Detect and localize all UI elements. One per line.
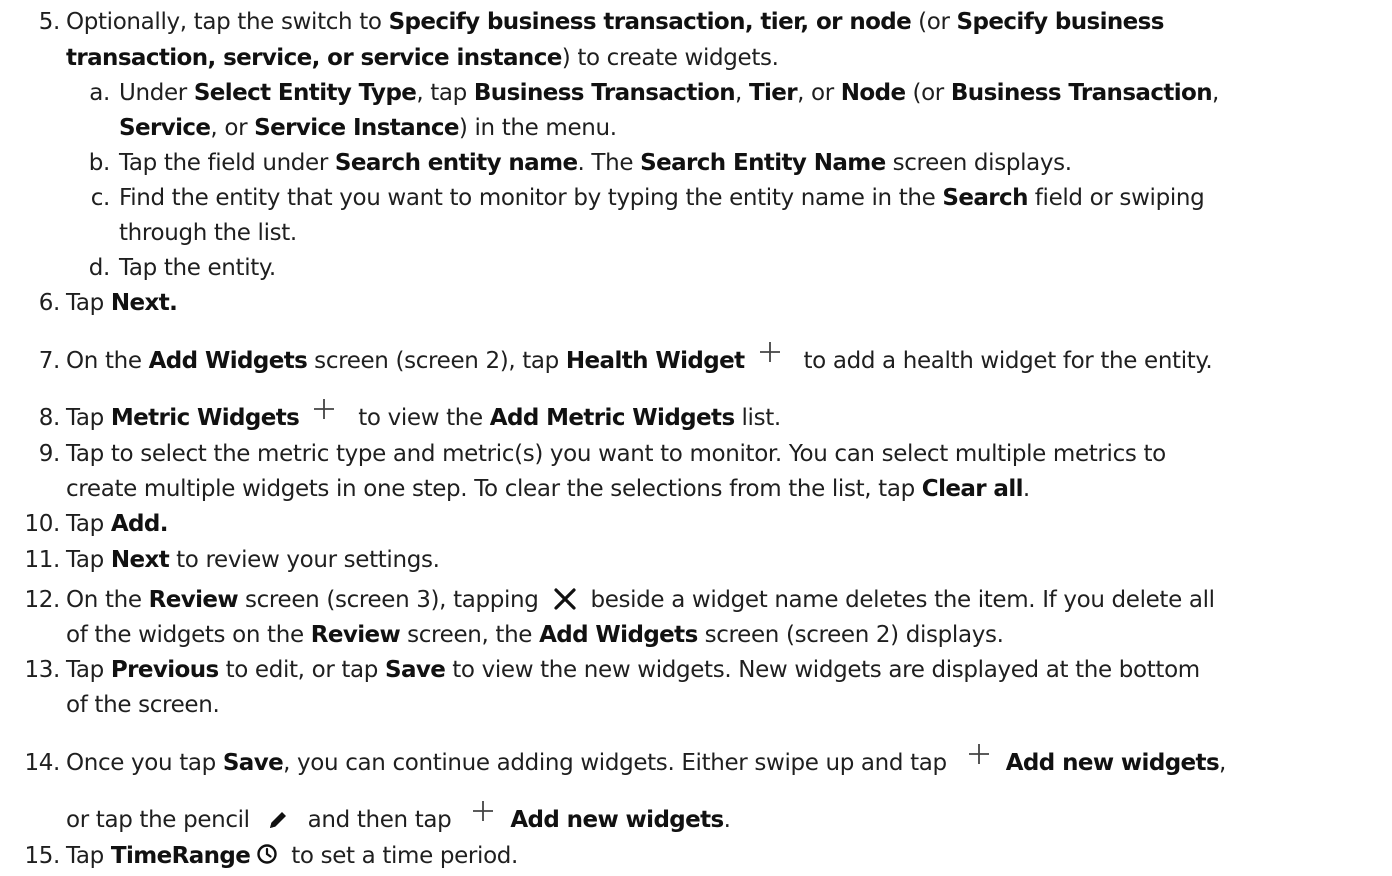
step-number: b.: [88, 150, 111, 176]
close-x-icon: [552, 586, 578, 612]
bold-term: Service: [119, 115, 211, 141]
bold-term: Next: [110, 547, 170, 573]
bold-term: Specify business transaction, tier, or n…: [388, 9, 912, 35]
bold-term: Clear all: [921, 476, 1024, 502]
bold-term: Tier: [748, 80, 798, 106]
bold-term: Save: [385, 657, 446, 683]
bold-term: Next.: [110, 290, 178, 316]
bold-term: Previous: [110, 657, 219, 683]
step-number: d.: [88, 255, 111, 281]
clock-icon: [256, 840, 278, 864]
bold-term: Health Widget: [565, 348, 745, 374]
step-number: 14.: [24, 750, 60, 776]
plus-icon: [470, 798, 496, 824]
step-number: 12.: [24, 587, 60, 613]
pencil-icon: [267, 806, 289, 828]
plus-icon: [311, 396, 337, 422]
bold-term: Service Instance: [254, 115, 459, 141]
step-number: 5.: [38, 9, 61, 35]
plus-icon: [966, 741, 992, 767]
bold-term: Add new widgets: [510, 807, 724, 833]
bold-term: Search Entity Name: [640, 150, 886, 176]
bold-term: Save: [222, 750, 284, 776]
step-number: 13.: [24, 657, 60, 683]
step-number: 6.: [38, 290, 61, 316]
bold-term: Metric Widgets: [110, 405, 300, 431]
bold-term: transaction, service, or service instanc…: [66, 45, 562, 71]
bold-term: Select Entity Type: [193, 80, 417, 106]
step-number: 8.: [38, 405, 61, 431]
bold-term: TimeRange: [110, 843, 251, 869]
step-number: 15.: [24, 843, 60, 869]
bold-term: Search: [942, 185, 1028, 211]
step-number: 10.: [24, 511, 60, 537]
step-number: 9.: [38, 441, 61, 467]
step-number: 11.: [24, 547, 60, 573]
bold-term: Add Widgets: [539, 622, 698, 648]
step-number: 7.: [38, 348, 61, 374]
bold-term: Add.: [110, 511, 169, 537]
bold-term: Business Transaction: [473, 80, 736, 106]
bold-term: Node: [840, 80, 906, 106]
plus-icon: [757, 339, 783, 365]
bold-term: Specify business: [956, 9, 1165, 35]
bold-term: Add Metric Widgets: [489, 405, 735, 431]
bold-term: Review: [148, 587, 239, 613]
bold-term: Review: [310, 622, 401, 648]
instruction-list: 5. Optionally, tap the switch to Specify…: [0, 0, 1392, 874]
bold-term: Search entity name: [334, 150, 578, 176]
bold-term: Add new widgets: [1005, 750, 1220, 776]
step-number: c.: [90, 185, 111, 211]
step-number: a.: [89, 80, 110, 106]
bold-term: Business Transaction: [950, 80, 1213, 106]
bold-term: Add Widgets: [148, 348, 308, 374]
